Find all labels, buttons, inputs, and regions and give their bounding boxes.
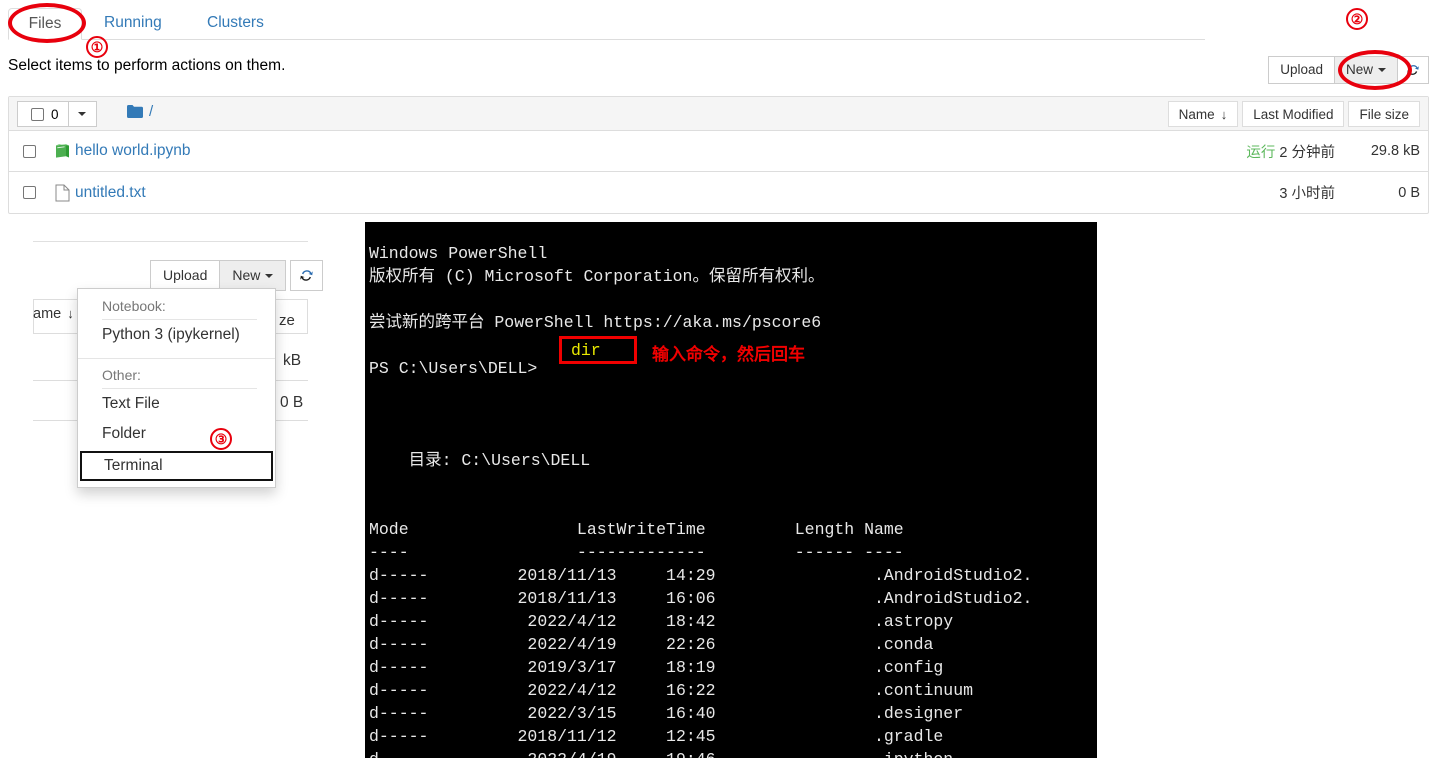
chevron-down-icon: [1378, 68, 1386, 72]
file-modified-cell: 运行 2 分钟前: [1246, 141, 1335, 162]
select-all-group: 0: [17, 101, 97, 127]
file-name-link[interactable]: untitled.txt: [75, 184, 146, 202]
new-button-label: New: [1345, 62, 1373, 77]
select-all-box[interactable]: 0: [17, 101, 69, 127]
inset-file-size-fragment-2: 0 B: [280, 394, 304, 411]
sort-buttons-group: Name ↓ Last Modified File size: [1167, 101, 1420, 127]
dropdown-other-header: Other:: [102, 367, 141, 383]
refresh-button[interactable]: [1397, 56, 1429, 84]
annotation-marker-3: ③: [210, 428, 232, 450]
refresh-icon: [300, 270, 314, 281]
inset-sort-name-label[interactable]: ame ↓: [33, 306, 74, 322]
inset-file-size-header-fragment: ze: [279, 312, 295, 329]
inset-new-label: New: [232, 267, 261, 283]
table-row[interactable]: hello world.ipynb 运行 2 分钟前 29.8 kB: [9, 131, 1428, 172]
upload-button[interactable]: Upload: [1268, 56, 1335, 84]
row-icon-cell: [49, 184, 75, 202]
dropdown-item-folder[interactable]: Folder: [78, 419, 275, 449]
terminal-output-text: 目录: C:\Users\DELL Mode LastWriteTime Len…: [369, 450, 1033, 758]
inset-new-button[interactable]: New: [219, 260, 287, 291]
file-list-header: 0 / Name ↓ Last Modified File size: [9, 97, 1428, 131]
row-icon-cell: [49, 143, 75, 160]
breadcrumb-path: /: [149, 103, 154, 120]
annotation-marker-1: ①: [86, 36, 108, 58]
sort-by-last-modified-button[interactable]: Last Modified: [1242, 101, 1345, 127]
selected-count: 0: [51, 106, 59, 122]
inset-refresh-button[interactable]: [290, 260, 324, 291]
page-subtitle: Select items to perform actions on them.: [8, 57, 286, 74]
new-dropdown-menu: Notebook: Python 3 (ipykernel) Other: Te…: [77, 288, 276, 488]
inset-upload-button[interactable]: Upload: [150, 260, 221, 291]
select-menu-toggle[interactable]: [68, 101, 97, 127]
table-row[interactable]: untitled.txt 3 小时前 0 B: [9, 172, 1428, 213]
select-all-checkbox[interactable]: [31, 107, 44, 121]
file-browser-list: 0 / Name ↓ Last Modified File size hello…: [8, 96, 1429, 214]
sort-down-arrow-icon: ↓: [1220, 106, 1228, 122]
inset-file-size-fragment-1: kB: [283, 352, 302, 369]
terminal-command-text: dir: [571, 341, 601, 360]
sort-name-label: Name: [1178, 106, 1215, 122]
running-status: 运行: [1246, 144, 1276, 161]
file-size-cell: 29.8 kB: [1370, 143, 1420, 159]
inset-toolbar: Upload New: [150, 260, 324, 291]
chevron-down-icon: [265, 274, 274, 278]
dropdown-item-terminal[interactable]: Terminal: [80, 451, 273, 481]
annotation-marker-2: ②: [1346, 8, 1368, 30]
terminal-annotation-text: 输入命令，然后回车: [652, 345, 805, 364]
inset-divider: [33, 241, 308, 242]
tab-clusters[interactable]: Clusters: [193, 8, 278, 40]
dropdown-divider: [78, 358, 275, 359]
sort-by-file-size-button[interactable]: File size: [1348, 101, 1420, 127]
dropdown-item-text-file[interactable]: Text File: [78, 389, 275, 419]
tab-bar: Files Running Clusters: [8, 8, 1205, 40]
inset-sort-text: ame: [33, 306, 62, 322]
tab-files[interactable]: Files: [8, 8, 82, 40]
refresh-icon: [1407, 65, 1419, 75]
row-checkbox[interactable]: [23, 144, 36, 158]
dropdown-item-python3[interactable]: Python 3 (ipykernel): [78, 320, 275, 350]
chevron-down-icon: [78, 112, 87, 116]
row-checkbox[interactable]: [23, 186, 36, 199]
file-name-link[interactable]: hello world.ipynb: [75, 142, 190, 160]
row-checkbox-cell: [9, 183, 49, 202]
file-size-cell: 0 B: [1398, 184, 1420, 201]
dropdown-notebook-header: Notebook:: [102, 298, 166, 314]
notebook-icon: [55, 143, 69, 158]
breadcrumb[interactable]: /: [127, 103, 153, 120]
powershell-terminal[interactable]: Windows PowerShell 版权所有 (C) Microsoft Co…: [365, 222, 1097, 758]
modified-time: 2 分钟前: [1279, 144, 1335, 161]
tab-running[interactable]: Running: [90, 8, 176, 40]
text-file-icon: [55, 184, 69, 201]
sort-down-arrow-icon: ↓: [67, 306, 74, 321]
modified-time: 3 小时前: [1279, 186, 1335, 202]
file-modified-cell: 3 小时前: [1279, 182, 1335, 203]
sort-by-name-button[interactable]: Name ↓: [1167, 101, 1239, 127]
new-button[interactable]: New: [1333, 56, 1398, 84]
row-checkbox-cell: [9, 142, 49, 161]
folder-icon: [127, 105, 143, 118]
file-actions-toolbar: Upload New: [1268, 56, 1429, 84]
page-root: Files Running Clusters Select items to p…: [0, 0, 1437, 758]
